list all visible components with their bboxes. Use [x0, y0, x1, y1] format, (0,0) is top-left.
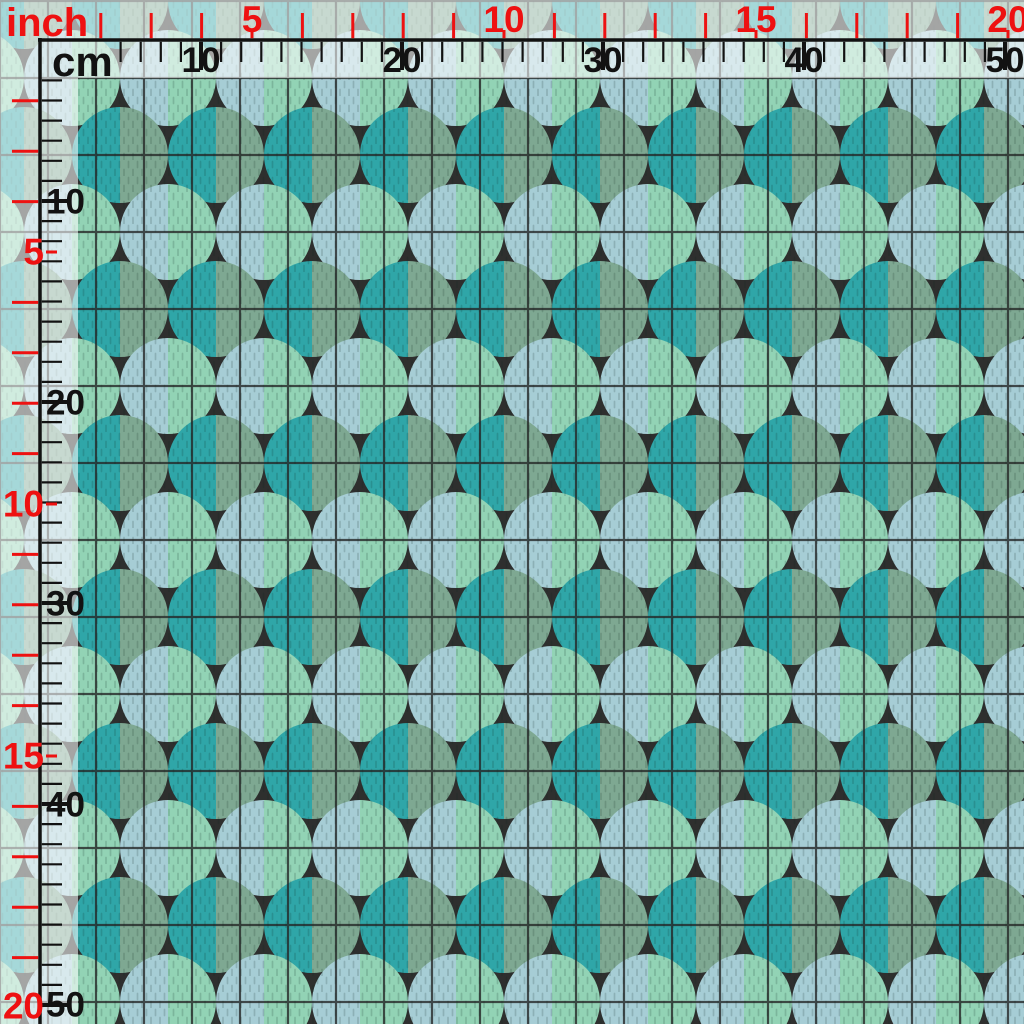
top-cm-label-40: 40 [784, 41, 824, 80]
top-inch-label-20: 20 [987, 0, 1024, 40]
cm-unit-label: cm [52, 38, 113, 85]
left-cm-label-30: 30 [46, 584, 85, 624]
top-cm-label-20: 20 [382, 41, 422, 80]
left-cm-label-10: 10 [46, 182, 85, 222]
left-inch-label-15: 15 [2, 735, 44, 777]
left-cm-label-40: 40 [46, 785, 85, 825]
top-cm-label-30: 30 [583, 41, 623, 80]
left-inch-label-10: 10 [2, 483, 44, 525]
top-inch-label-10: 10 [483, 0, 525, 40]
ruler-labels: inch cm 5 10 15 20 10 20 30 40 50 5 10 1… [0, 0, 1024, 1024]
top-cm-label-50: 50 [985, 41, 1024, 80]
top-inch-label-15: 15 [735, 0, 777, 40]
left-inch-label-5: 5 [23, 231, 44, 273]
top-cm-label-10: 10 [181, 41, 221, 80]
left-cm-label-50: 50 [46, 985, 85, 1024]
left-cm-label-20: 20 [46, 383, 85, 423]
top-inch-label-5: 5 [241, 0, 263, 40]
left-inch-label-20: 20 [2, 985, 44, 1024]
fabric-preview: inch cm 5 10 15 20 10 20 30 40 50 5 10 1… [0, 0, 1024, 1024]
inch-unit-label: inch [6, 1, 89, 45]
